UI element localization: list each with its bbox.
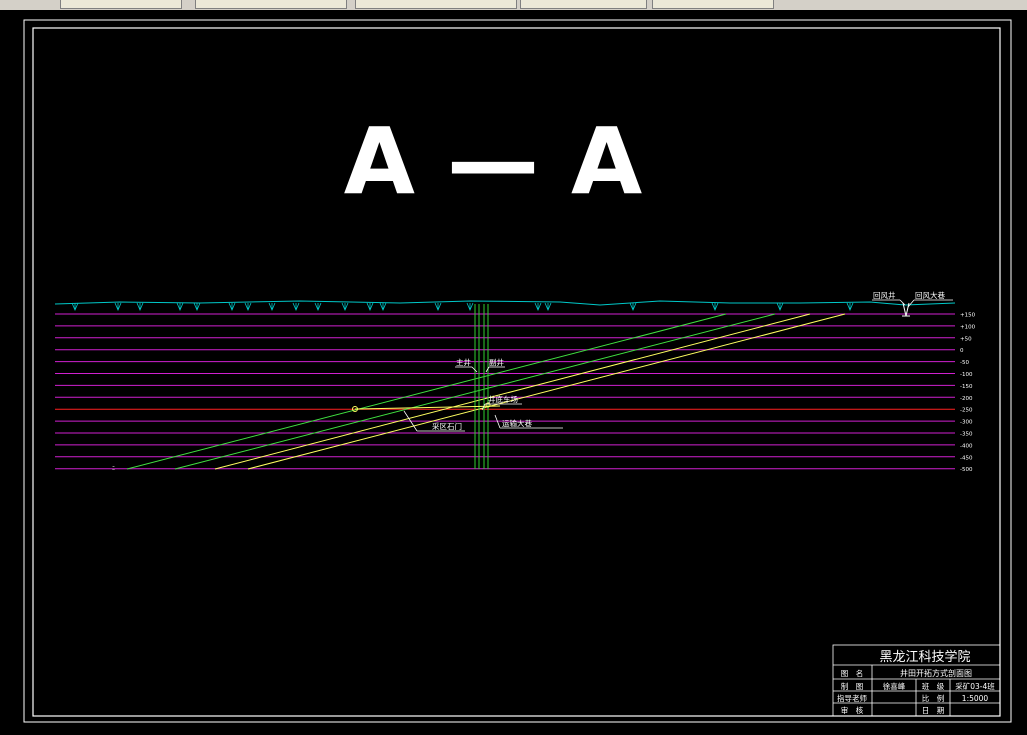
shaft-bottom-label: 井底车场 <box>488 394 518 404</box>
transport-roadway-line <box>354 405 501 410</box>
mining-stone-gate-label: 采区石门 <box>432 421 462 431</box>
level-label: +150 <box>960 313 976 319</box>
grass-symbol <box>776 302 784 312</box>
level-label: 0 <box>960 348 964 354</box>
leader-lines <box>403 299 953 432</box>
scale-value: 1:5000 <box>962 694 989 703</box>
level-label: -350 <box>960 432 973 438</box>
grass-symbol <box>629 302 637 312</box>
grass-symbol <box>114 302 122 312</box>
level-label: -50 <box>960 360 969 366</box>
main-shaft <box>474 304 480 469</box>
grass-symbol <box>228 302 236 312</box>
grass-symbol <box>136 302 144 312</box>
aux-shaft-label: 副井 <box>489 357 504 367</box>
level-label: +100 <box>960 324 976 330</box>
reviewer-label: 审 核 <box>841 705 864 715</box>
grass-symbol <box>268 302 276 312</box>
grass-symbol <box>544 302 552 312</box>
drawn-by-label: 制 图 <box>841 681 864 691</box>
left-end-mark: ﾆ <box>112 465 115 472</box>
grass-symbol <box>176 302 184 312</box>
grass-symbol <box>244 302 252 312</box>
grass-symbol <box>466 302 474 312</box>
vegetation-symbols <box>71 302 854 312</box>
grass-symbol <box>71 302 79 312</box>
main-shaft-label: 主井 <box>456 357 471 367</box>
drawing-name-label: 图 名 <box>841 668 864 678</box>
air-shaft-label: 回风井 <box>873 290 896 300</box>
grass-symbol <box>341 302 349 312</box>
section-title: A — A <box>344 108 642 215</box>
section-drawing: A — A +150 +100 +50 0 -50 -100 -150 -200 -250 -30… <box>23 19 1012 723</box>
level-label: -150 <box>960 384 973 390</box>
grass-symbol <box>846 302 854 312</box>
coal-seam-1 <box>126 313 727 470</box>
level-lines: +150 +100 +50 0 -50 -100 -150 -200 -250 -300 -350 -… <box>55 313 976 473</box>
grass-symbol <box>193 302 201 312</box>
air-roadway-label: 回风大巷 <box>915 290 945 300</box>
coal-seam-4 <box>247 313 846 470</box>
transport-roadway-label: 运输大巷 <box>502 418 532 428</box>
drawn-by-value: 徐喜峰 <box>883 681 906 691</box>
class-label: 班 级 <box>922 681 945 691</box>
level-label: -250 <box>960 408 973 414</box>
scale-label: 比 例 <box>922 693 945 703</box>
toolbar-tab[interactable] <box>195 0 347 9</box>
drawing-name-value: 井田开拓方式剖面图 <box>900 668 972 678</box>
level-label: -300 <box>960 420 973 426</box>
level-label: -400 <box>960 443 973 449</box>
grass-symbol <box>534 302 542 312</box>
coal-seam-3 <box>214 313 811 470</box>
level-label: +50 <box>960 336 972 342</box>
class-value: 采矿03-4班 <box>955 681 995 691</box>
toolbar-tab[interactable] <box>520 0 647 9</box>
grass-symbol <box>292 302 300 312</box>
grass-symbol <box>711 302 719 312</box>
grass-symbol <box>366 302 374 312</box>
level-label: -500 <box>960 467 973 473</box>
grass-symbol <box>379 302 387 312</box>
grass-symbol <box>434 302 442 312</box>
advisor-label: 指导老师 <box>837 693 867 703</box>
toolbar-tab[interactable] <box>355 0 517 9</box>
toolbar-tab[interactable] <box>652 0 774 9</box>
grass-symbol <box>314 302 322 312</box>
level-label: -450 <box>960 455 973 461</box>
level-label: -200 <box>960 396 973 402</box>
drawing-canvas[interactable]: A — A +150 +100 +50 0 -50 -100 -150 -200 -250 -30… <box>0 10 1027 731</box>
level-label: -100 <box>960 372 973 378</box>
date-label: 日 期 <box>922 706 945 715</box>
aux-shaft <box>483 304 489 469</box>
ground-surface-line <box>54 300 956 306</box>
school-name: 黑龙江科技学院 <box>879 649 970 665</box>
toolbar-tab[interactable] <box>60 0 182 9</box>
